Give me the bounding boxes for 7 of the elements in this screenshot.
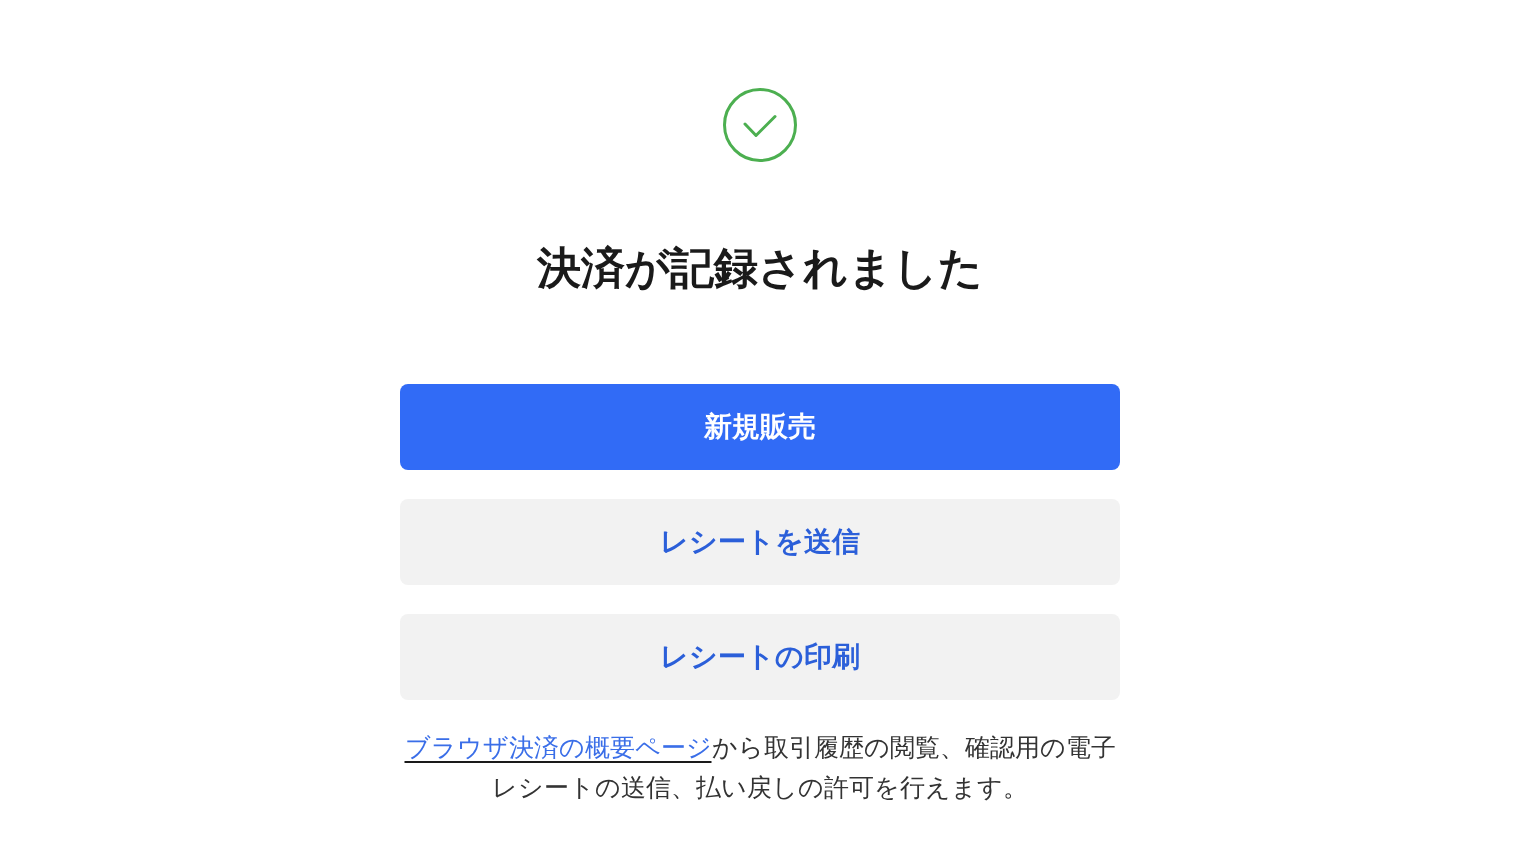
- receipt-action-button[interactable]: レシートの印刷: [400, 614, 1120, 700]
- receipt-action-button[interactable]: レシートを送信: [400, 499, 1120, 585]
- overview-page-link[interactable]: ブラウザ決済の概要ページ: [404, 733, 712, 761]
- new-sale-button[interactable]: 新規販売: [400, 384, 1120, 470]
- success-check-icon: [723, 88, 797, 162]
- page-title: 決済が記録されました: [537, 242, 983, 294]
- info-paragraph: ブラウザ決済の概要ページから取引履歴の閲覧、確認用の電子レシートの送信、払い戻しの許可を行えます。: [403, 732, 1117, 803]
